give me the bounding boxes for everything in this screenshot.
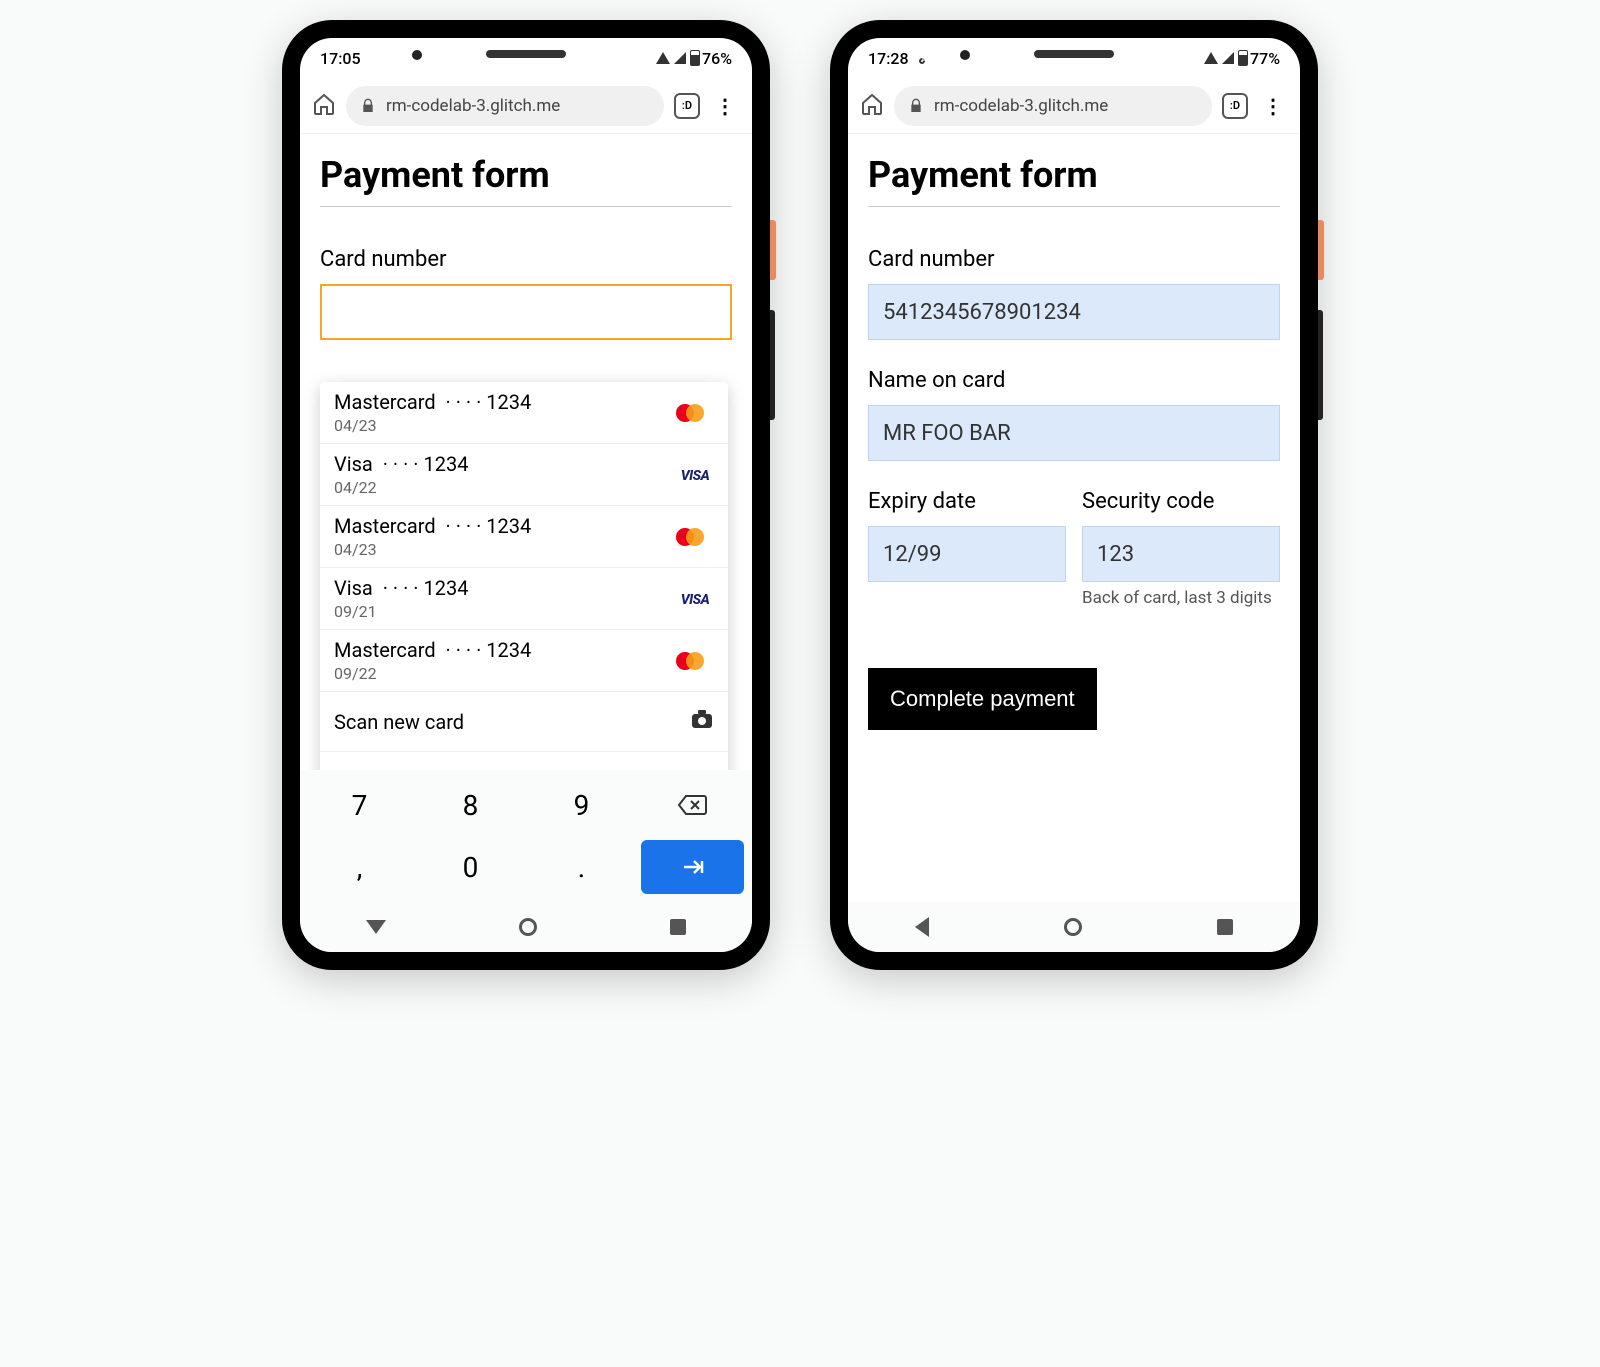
home-icon[interactable]: [312, 92, 336, 120]
card-number-input[interactable]: [320, 284, 732, 340]
divider: [868, 206, 1280, 207]
wifi-icon: [1204, 52, 1218, 64]
mastercard-icon: [676, 652, 704, 670]
key-8[interactable]: 8: [419, 778, 522, 832]
lock-icon: [908, 98, 924, 114]
complete-payment-button[interactable]: Complete payment: [868, 668, 1097, 730]
signal-icon: [674, 52, 686, 64]
tabs-button[interactable]: :D: [674, 93, 700, 119]
key-period[interactable]: .: [530, 840, 633, 894]
card-suggestion[interactable]: Mastercard · · · · 1234 04/23: [320, 382, 728, 444]
address-bar[interactable]: rm-codelab-3.glitch.me: [346, 86, 664, 126]
battery-pct: 76%: [702, 49, 732, 68]
browser-bar: rm-codelab-3.glitch.me :D ⋮: [848, 78, 1300, 134]
gpay-icon: G Pay: [666, 768, 714, 770]
lock-icon: [360, 98, 376, 114]
name-label: Name on card: [868, 368, 1280, 393]
card-suggestion[interactable]: Mastercard · · · · 1234 04/23: [320, 506, 728, 568]
autofill-popup: Mastercard · · · · 1234 04/23 Visa · · ·…: [320, 382, 728, 770]
card-suggestion[interactable]: Visa · · · · 1234 04/22 VISA: [320, 444, 728, 506]
manage-payment-methods[interactable]: Manage payment methods… G Pay: [320, 752, 728, 770]
menu-button[interactable]: ⋮: [710, 96, 740, 116]
status-bar: 17:05 76%: [300, 38, 752, 78]
key-backspace[interactable]: [641, 778, 744, 832]
nav-home[interactable]: [519, 918, 537, 936]
card-suggestion[interactable]: Mastercard · · · · 1234 09/22: [320, 630, 728, 692]
tabs-button[interactable]: :D: [1222, 93, 1248, 119]
url-text: rm-codelab-3.glitch.me: [386, 96, 560, 116]
battery-icon: [690, 50, 700, 66]
name-input[interactable]: MR FOO BAR: [868, 405, 1280, 461]
cvc-input[interactable]: 123: [1082, 526, 1280, 582]
volume-button: [1318, 310, 1323, 420]
power-button: [1318, 220, 1324, 280]
nav-bar: [848, 902, 1300, 952]
nav-recent[interactable]: [670, 919, 686, 935]
address-bar[interactable]: rm-codelab-3.glitch.me: [894, 86, 1212, 126]
camera-icon: [690, 708, 714, 735]
card-number-input[interactable]: 5412345678901234: [868, 284, 1280, 340]
card-number-label: Card number: [868, 247, 1280, 272]
divider: [320, 206, 732, 207]
scan-new-card[interactable]: Scan new card: [320, 692, 728, 752]
key-7[interactable]: 7: [308, 778, 411, 832]
status-time: 17:05: [320, 49, 361, 68]
url-text: rm-codelab-3.glitch.me: [934, 96, 1108, 116]
phone-left: 17:05 76% rm-codelab-3.glitch.me :D ⋮: [282, 20, 770, 970]
page-title: Payment form: [320, 154, 732, 196]
status-bar: 17:28 77%: [848, 38, 1300, 78]
wifi-icon: [656, 52, 670, 64]
mastercard-icon: [676, 528, 704, 546]
battery-pct: 77%: [1250, 49, 1280, 68]
battery-icon: [1238, 50, 1248, 66]
cvc-hint: Back of card, last 3 digits: [1082, 588, 1280, 608]
page-title: Payment form: [868, 154, 1280, 196]
numeric-keyboard: 7 8 9 , 0 .: [300, 770, 752, 902]
menu-button[interactable]: ⋮: [1258, 96, 1288, 116]
phone-right: 17:28 77% rm-codelab-3.glitch.me :D ⋮: [830, 20, 1318, 970]
nav-back[interactable]: [915, 917, 929, 937]
nav-recent[interactable]: [1217, 919, 1233, 935]
cvc-label: Security code: [1082, 489, 1280, 514]
card-number-label: Card number: [320, 247, 732, 272]
expiry-label: Expiry date: [868, 489, 1066, 514]
home-icon[interactable]: [860, 92, 884, 120]
visa-icon: VISA: [681, 592, 710, 608]
key-0[interactable]: 0: [419, 840, 522, 894]
mastercard-icon: [676, 404, 704, 422]
key-comma[interactable]: ,: [308, 840, 411, 894]
data-saver-icon: [917, 56, 925, 64]
expiry-input[interactable]: 12/99: [868, 526, 1066, 582]
card-suggestion[interactable]: Visa · · · · 1234 09/21 VISA: [320, 568, 728, 630]
signal-icon: [1222, 52, 1234, 64]
nav-back[interactable]: [366, 920, 386, 934]
key-9[interactable]: 9: [530, 778, 633, 832]
browser-bar: rm-codelab-3.glitch.me :D ⋮: [300, 78, 752, 134]
nav-home[interactable]: [1064, 918, 1082, 936]
visa-icon: VISA: [681, 468, 710, 484]
status-time: 17:28: [868, 49, 909, 68]
power-button: [770, 220, 776, 280]
key-enter[interactable]: [641, 840, 744, 894]
volume-button: [770, 310, 775, 420]
nav-bar: [300, 902, 752, 952]
